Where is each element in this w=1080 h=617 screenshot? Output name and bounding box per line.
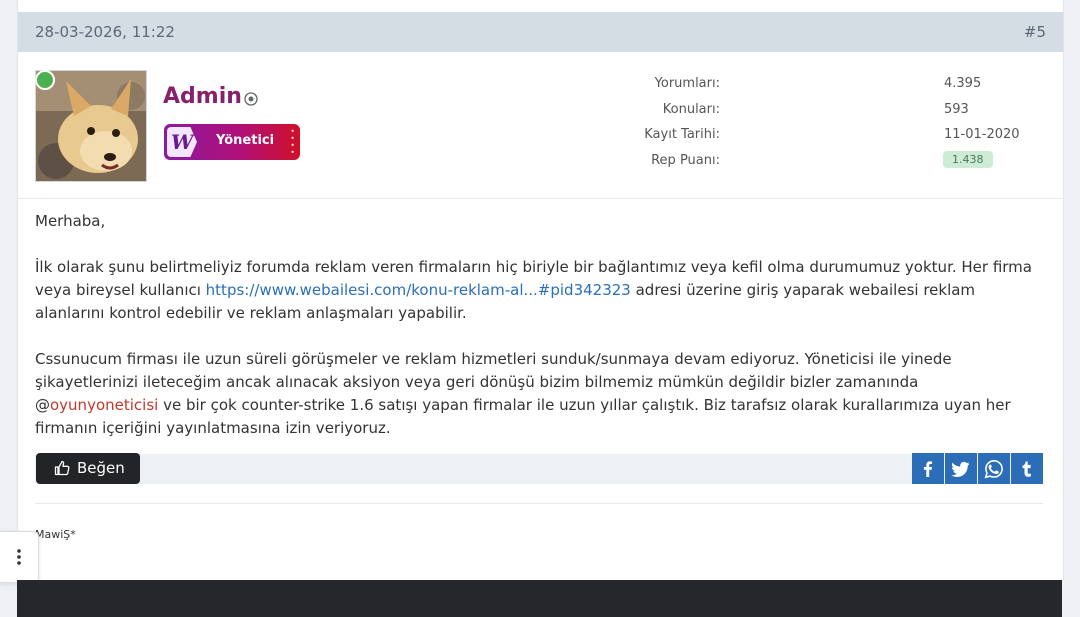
page-footer [17, 580, 1062, 617]
stat-value: 593 [944, 101, 969, 117]
author-name[interactable]: Admin [163, 84, 242, 109]
share-whatsapp-button[interactable] [978, 453, 1010, 484]
stat-label: Yorumları: [654, 76, 720, 91]
post-action-bar: Beğen [35, 453, 1043, 485]
signature-divider [35, 503, 1043, 504]
post-body: Merhaba, İlk olarak şunu belirtmeliyiz f… [35, 210, 1045, 463]
post-card: 28-03-2026, 11:22 #5 Admin W Yönetici • … [17, 0, 1064, 580]
user-mention[interactable]: oyunyoneticisi [50, 396, 158, 414]
share-tumblr-button[interactable] [1011, 453, 1043, 484]
stat-label: Rep Puanı: [651, 152, 720, 168]
user-signature: MawiŞ* [35, 528, 76, 541]
post-header: 28-03-2026, 11:22 #5 [18, 12, 1063, 52]
post-paragraph: İlk olarak şunu belirtmeliyiz forumda re… [35, 256, 1045, 325]
status-circle-icon [244, 92, 258, 106]
author-block: Admin W Yönetici • • • • Yorumları: 4.395 K… [18, 52, 1063, 199]
post-permalink[interactable]: #5 [1024, 23, 1046, 41]
like-label: Beğen [77, 459, 125, 477]
rank-decoration: • • • • [290, 127, 295, 157]
thumbs-up-icon [54, 460, 70, 476]
twitter-icon [951, 461, 970, 477]
stat-value: 4.395 [944, 76, 982, 91]
rank-logo: W [167, 127, 197, 157]
rank-label: Yönetici [216, 133, 275, 148]
stat-value: 11-01-2020 [944, 127, 1020, 142]
post-date: 28-03-2026, 11:22 [35, 23, 175, 41]
more-options-icon [17, 549, 21, 565]
paragraph-text: ve bir çok counter-strike 1.6 satışı yap… [35, 396, 1011, 437]
share-twitter-button[interactable] [945, 453, 977, 484]
online-status-dot [35, 70, 55, 90]
stat-label: Kayıt Tarihi: [644, 127, 720, 142]
post-paragraph: Cssunucum firması ile uzun süreli görüşm… [35, 348, 1045, 440]
post-greeting: Merhaba, [35, 212, 106, 230]
whatsapp-icon [984, 459, 1003, 478]
stat-label: Konuları: [662, 101, 720, 117]
like-button[interactable]: Beğen [36, 453, 140, 484]
rank-badge: W Yönetici • • • • [164, 124, 300, 160]
side-options-tab[interactable] [0, 531, 39, 583]
reklam-link[interactable]: https://www.webailesi.com/konu-reklam-al… [206, 281, 631, 299]
share-buttons [911, 453, 1043, 485]
reputation-badge[interactable]: 1.438 [943, 150, 993, 168]
dog-photo-icon [36, 71, 146, 181]
tumblr-icon [1022, 461, 1031, 477]
facebook-icon [923, 460, 933, 477]
share-facebook-button[interactable] [912, 453, 944, 484]
